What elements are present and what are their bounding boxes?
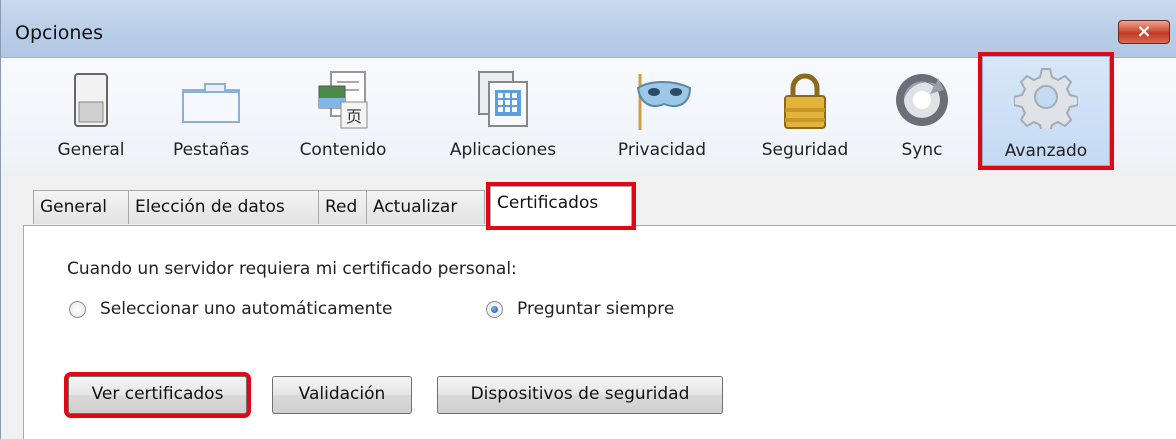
category-privacy[interactable]: Privacidad xyxy=(599,66,725,166)
category-content[interactable]: 页 Contenido xyxy=(283,66,403,166)
category-label: Privacidad xyxy=(617,140,707,160)
category-tabs[interactable]: Pestañas xyxy=(156,66,266,166)
category-general[interactable]: General xyxy=(41,66,141,166)
tab-general[interactable]: General xyxy=(33,190,131,224)
close-icon: × xyxy=(1136,21,1152,42)
tabs-icon xyxy=(182,83,240,123)
button-label: Ver certificados xyxy=(91,384,224,404)
category-label: Aplicaciones xyxy=(449,140,557,160)
radio-always-ask[interactable]: Preguntar siempre xyxy=(486,299,674,319)
tab-label: Elección de datos xyxy=(135,197,285,217)
options-window: Opciones × General Pestañas 页 Contenido … xyxy=(0,0,1176,439)
tab-data-choices[interactable]: Elección de datos xyxy=(128,190,321,224)
category-label: Sync xyxy=(901,140,943,160)
close-button[interactable]: × xyxy=(1118,20,1170,44)
content-icon: 页 xyxy=(318,71,368,129)
tab-label: General xyxy=(40,197,107,217)
tab-update[interactable]: Actualizar xyxy=(366,190,485,224)
certificates-panel: Cuando un servidor requiera mi certifica… xyxy=(23,225,1176,439)
category-label: Seguridad xyxy=(761,140,849,160)
gear-icon xyxy=(1014,68,1078,129)
radio-select-automatically[interactable]: Seleccionar uno automáticamente xyxy=(69,299,393,319)
padlock-icon xyxy=(784,73,826,129)
radio-button[interactable] xyxy=(69,300,86,318)
button-label: Dispositivos de seguridad xyxy=(470,384,690,404)
category-applications[interactable]: Aplicaciones xyxy=(433,66,573,166)
security-devices-button[interactable]: Dispositivos de seguridad xyxy=(437,376,723,414)
category-label: Avanzado xyxy=(1004,141,1088,161)
category-security[interactable]: Seguridad xyxy=(744,66,866,166)
validation-button[interactable]: Validación xyxy=(272,376,412,414)
view-certificates-button[interactable]: Ver certificados xyxy=(64,372,251,418)
category-label: General xyxy=(57,140,125,160)
category-label: Pestañas xyxy=(172,140,250,160)
applications-icon xyxy=(478,71,528,127)
category-toolbar: General Pestañas 页 Contenido Aplicacione… xyxy=(1,52,1176,170)
switch-icon xyxy=(74,73,108,127)
tab-label: Actualizar xyxy=(373,197,458,217)
mask-icon xyxy=(636,74,692,130)
radio-label: Preguntar siempre xyxy=(517,299,675,319)
radio-button[interactable] xyxy=(486,300,503,318)
certificate-prompt: Cuando un servidor requiera mi certifica… xyxy=(67,259,517,279)
category-label: Contenido xyxy=(299,140,387,160)
sync-icon xyxy=(896,74,948,126)
window-title: Opciones xyxy=(15,22,103,44)
tab-label: Certificados xyxy=(497,193,599,213)
tab-label: Red xyxy=(325,197,358,217)
svg-text:页: 页 xyxy=(346,107,362,126)
tab-network[interactable]: Red xyxy=(318,190,368,224)
tab-certificates[interactable]: Certificados xyxy=(486,182,636,230)
category-sync[interactable]: Sync xyxy=(885,66,959,166)
radio-label: Seleccionar uno automáticamente xyxy=(100,299,393,319)
category-advanced[interactable]: Avanzado xyxy=(978,52,1114,170)
title-bar[interactable]: Opciones × xyxy=(1,0,1176,58)
button-label: Validación xyxy=(298,384,386,404)
